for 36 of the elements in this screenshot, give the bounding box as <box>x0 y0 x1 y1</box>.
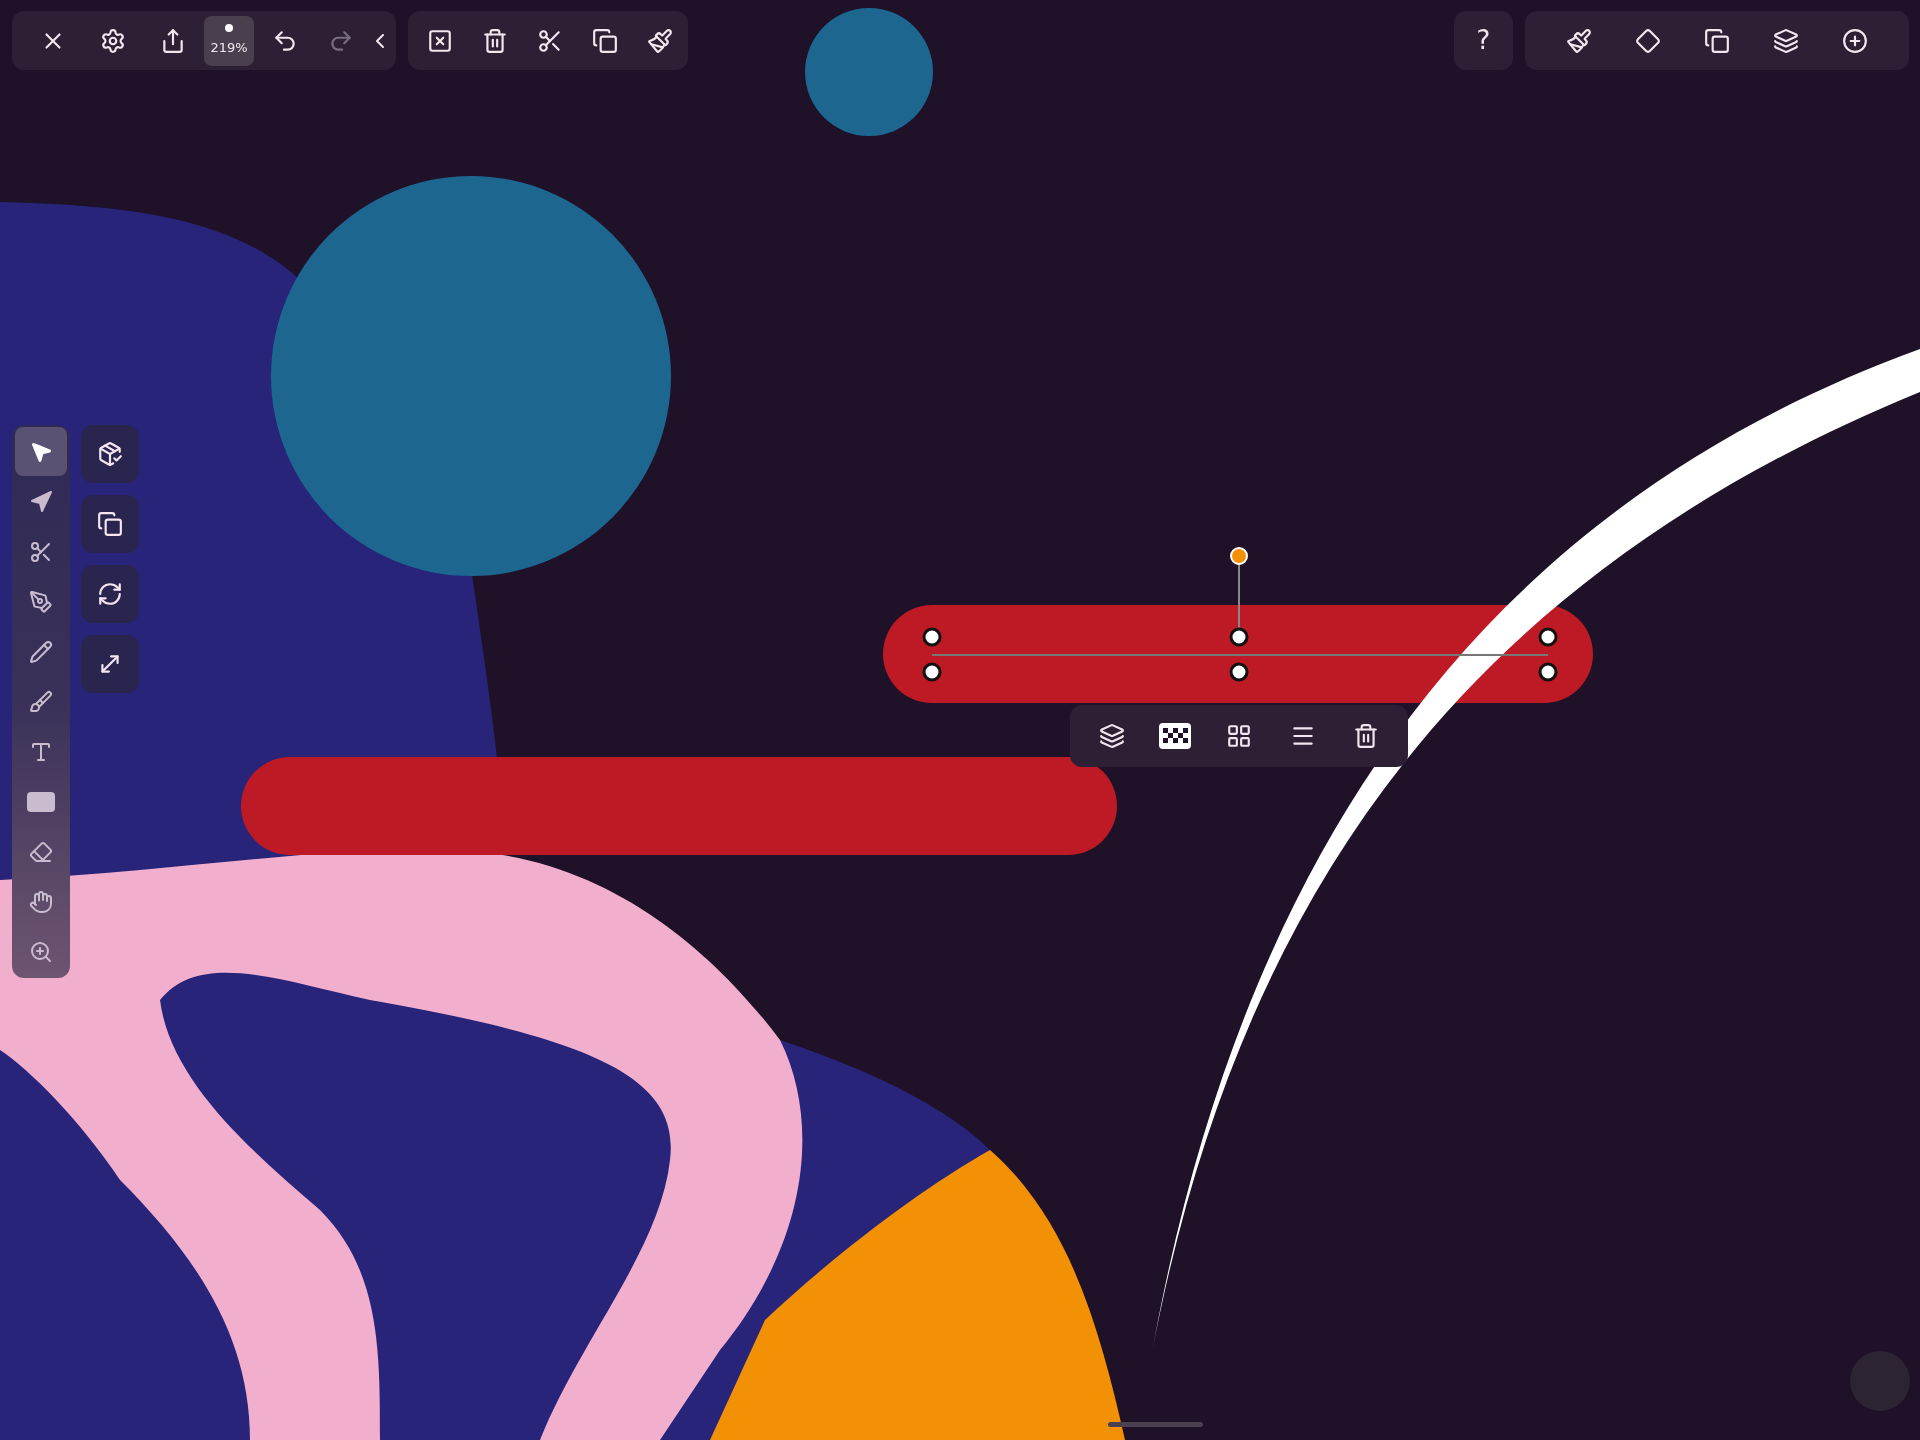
brush-icon <box>29 689 53 714</box>
trash-icon <box>1353 723 1380 749</box>
brush-icon <box>647 27 674 54</box>
layers-icon <box>1772 27 1799 54</box>
zoom-icon <box>29 939 53 964</box>
rotation-handle[interactable] <box>1230 547 1248 565</box>
duplicate-button[interactable] <box>81 495 139 553</box>
pencil-icon <box>29 639 53 664</box>
refresh-icon <box>97 581 123 607</box>
copy-icon <box>592 27 619 54</box>
box-check-icon <box>97 441 123 467</box>
scissors-icon <box>537 27 563 54</box>
hand-icon <box>29 889 53 914</box>
share-icon <box>160 27 186 54</box>
tool-button[interactable] <box>15 427 67 476</box>
rotate-button[interactable] <box>81 565 139 623</box>
brush-icon <box>1566 27 1593 54</box>
arrow-icon <box>29 489 53 514</box>
scale-button[interactable] <box>81 635 139 693</box>
zoom-button[interactable]: 219% <box>204 15 254 66</box>
plus-circle-icon <box>1841 27 1868 54</box>
dashed-square-x-icon <box>426 27 453 54</box>
pen-nib-icon <box>29 589 53 614</box>
eraser-icon <box>29 839 53 864</box>
diamond-icon <box>1635 27 1662 54</box>
settings-icon <box>100 27 126 54</box>
trash-icon <box>481 27 508 54</box>
layers-icon <box>1098 723 1125 749</box>
grid-blocks-icon <box>1226 723 1252 749</box>
rectangle-icon <box>27 791 55 812</box>
overlap-squares-icon <box>1704 27 1730 54</box>
scissors-icon <box>29 539 53 564</box>
select-all-button[interactable] <box>81 425 139 483</box>
checkerboard-icon <box>1159 723 1192 749</box>
help-button[interactable]: ? <box>1454 11 1513 70</box>
copy-icon <box>97 511 123 537</box>
